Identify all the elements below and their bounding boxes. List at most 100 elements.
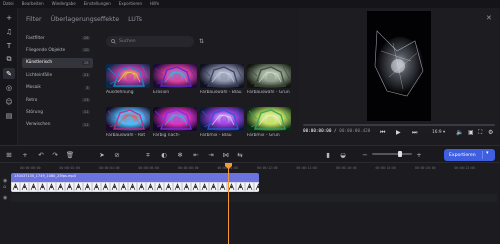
undo-icon[interactable]: ↶ — [36, 150, 46, 160]
tab-overlay-effects[interactable]: Überlagerungseffekte — [51, 16, 119, 23]
timeline-ruler[interactable]: 00:00:00:00 00:00:02:00 00:00:04:00 00:00:0… — [18, 163, 500, 173]
delete-icon[interactable]: 🗑 — [65, 150, 75, 160]
trim-left-icon[interactable]: ⇤ — [191, 150, 201, 160]
category-item[interactable]: Retro 13 — [22, 95, 93, 105]
ruler-tick-label: 00:00:04:00 — [99, 166, 120, 170]
track-lock-icon[interactable]: ⌂ — [3, 184, 6, 190]
detach-icon[interactable]: ⋈ — [221, 150, 231, 160]
category-item[interactable]: Mosaik 3 — [22, 83, 93, 93]
effect-card[interactable]: Ausdehnung — [106, 64, 150, 96]
category-label: Störung — [26, 109, 43, 115]
aspect-ratio-select[interactable]: 16:9 ▾ — [432, 130, 445, 135]
export-label: Exportieren — [449, 152, 476, 158]
volume-icon[interactable]: 🔈 — [456, 129, 463, 136]
category-item[interactable]: Störung 11 — [22, 107, 93, 117]
effects-icon[interactable]: ✎ — [3, 68, 15, 79]
effect-thumbnail[interactable] — [200, 64, 244, 88]
playhead[interactable] — [228, 163, 229, 244]
play-icon[interactable]: ▶ — [396, 129, 401, 136]
menu-datei[interactable]: Datei — [3, 0, 14, 8]
menu-bearbeiten[interactable]: Bearbeiten — [22, 0, 44, 8]
effect-thumbnail[interactable] — [153, 107, 197, 131]
menu-hilfe[interactable]: Hilfe — [150, 0, 159, 8]
zoom-in-icon[interactable]: + — [414, 150, 424, 160]
effect-thumbnail[interactable] — [106, 107, 150, 131]
tab-filter[interactable]: Filter — [26, 16, 42, 23]
redo-icon[interactable]: ↷ — [50, 150, 60, 160]
music-icon[interactable]: ♫ — [3, 26, 15, 37]
chevron-down-icon[interactable]: ▾ — [486, 150, 489, 156]
export-button[interactable]: Exportieren ▾ — [444, 149, 495, 161]
effect-name: Farbmix - Grün — [247, 133, 291, 139]
clip-filmstrip[interactable] — [11, 182, 259, 192]
effect-thumbnail[interactable] — [200, 107, 244, 131]
previous-frame-icon[interactable]: ⏮ — [380, 129, 385, 136]
category-item[interactable]: Lichteinfälle 21 — [22, 70, 93, 80]
effect-name-line1: Farbmix - Blau — [200, 133, 232, 138]
category-item[interactable]: Künstlerisch 28 — [22, 57, 93, 68]
category-label: Lichteinfälle — [26, 72, 53, 78]
effect-name-line1: Farbig nach- — [153, 133, 181, 138]
zoom-slider-handle[interactable] — [398, 151, 402, 157]
split-icon[interactable]: ⊘ — [112, 150, 122, 160]
sticker-icon[interactable]: ☺ — [3, 96, 15, 107]
effect-card[interactable]: Farbauswahl - Rot — [106, 107, 150, 139]
trim-right-icon[interactable]: ⇥ — [206, 150, 216, 160]
clip-name: 130437135_1749_1080_25fps.mp4 — [14, 174, 76, 178]
effect-tabs: Filter Überlagerungseffekte LUTs — [18, 9, 298, 29]
text-icon[interactable]: T — [3, 40, 15, 51]
tool-sidebar: + ♫ T ⧉ ✎ ◎ ☺ ▤ — [0, 8, 18, 145]
ruler-tick-label: 00:00:12:00 — [257, 166, 278, 170]
ruler-tick-label: 00:00:00:00 — [20, 166, 41, 170]
effect-thumbnail[interactable] — [247, 64, 291, 88]
effect-card[interactable]: Farbmix - Blau — [200, 107, 244, 139]
transition-icon[interactable]: ⧉ — [3, 54, 15, 65]
menu-einstellungen[interactable]: Einstellungen — [84, 0, 111, 8]
audio-lane[interactable] — [11, 194, 497, 202]
category-list: Fastfilter 26 Fliegende Objekte 10 Künstleri… — [20, 33, 95, 145]
more-tools-icon[interactable]: ⇆ — [235, 150, 245, 160]
fullscreen-icon[interactable]: ⛶ — [478, 129, 482, 136]
effect-card[interactable]: Farbmix - Grün — [247, 107, 291, 139]
effect-name-line2: Blau — [231, 90, 242, 95]
category-item[interactable]: Fastfilter 26 — [22, 33, 93, 43]
menu-exportieren[interactable]: Exportieren — [119, 0, 142, 8]
add-media-icon[interactable]: + — [3, 12, 15, 23]
grid-icon[interactable]: ⊞ — [4, 150, 14, 160]
filter-icon[interactable]: ◎ — [3, 82, 15, 93]
crop-icon[interactable]: ⌗ — [143, 150, 153, 160]
sort-filter-icon[interactable]: ⇅ — [199, 38, 207, 45]
tab-luts[interactable]: LUTs — [128, 16, 142, 23]
effect-card[interactable]: Farbauswahl - Blau — [200, 64, 244, 96]
close-icon[interactable]: ✕ — [486, 14, 492, 22]
preview-video[interactable] — [367, 11, 431, 121]
category-item[interactable]: Verwischen 11 — [22, 120, 93, 130]
effect-name-line1: Farbauswahl - Rot — [106, 133, 146, 138]
magnet-icon[interactable]: ◒ — [338, 150, 348, 160]
effect-card[interactable]: Farbauswahl - Grün — [247, 64, 291, 96]
speed-icon[interactable]: ◐ — [159, 150, 169, 160]
effect-card[interactable]: Farbig nach- — [153, 107, 197, 139]
freeze-icon[interactable]: ❄ — [175, 150, 185, 160]
effect-name: Farbmix - Blau — [200, 133, 244, 139]
select-icon[interactable]: ➤ — [97, 150, 107, 160]
audio-track-icon[interactable]: ◉ — [3, 195, 7, 201]
marker-icon[interactable]: ▮ — [323, 150, 333, 160]
zoom-out-icon[interactable]: − — [360, 150, 370, 160]
effect-thumbnail[interactable] — [106, 64, 150, 88]
screenshot-icon[interactable]: ▣ — [468, 129, 474, 136]
tools-icon[interactable]: ▤ — [3, 110, 15, 121]
settings-icon[interactable]: ⚙ — [488, 129, 493, 136]
effect-card[interactable]: Erosion — [153, 64, 197, 96]
zoom-slider[interactable] — [372, 153, 412, 155]
add-track-icon[interactable]: + — [20, 150, 30, 160]
playhead-handle[interactable] — [225, 163, 232, 169]
menu-wiedergabe[interactable]: Wiedergabe — [52, 0, 76, 8]
effect-thumbnail[interactable] — [153, 64, 197, 88]
next-frame-icon[interactable]: ⏭ — [412, 129, 417, 136]
playback-progress[interactable] — [303, 124, 495, 126]
effect-name-line1: Farbauswahl - — [247, 90, 278, 95]
search-input[interactable]: Suchen — [106, 36, 194, 47]
effect-thumbnail[interactable] — [247, 107, 291, 131]
category-item[interactable]: Fliegende Objekte 10 — [22, 45, 93, 55]
